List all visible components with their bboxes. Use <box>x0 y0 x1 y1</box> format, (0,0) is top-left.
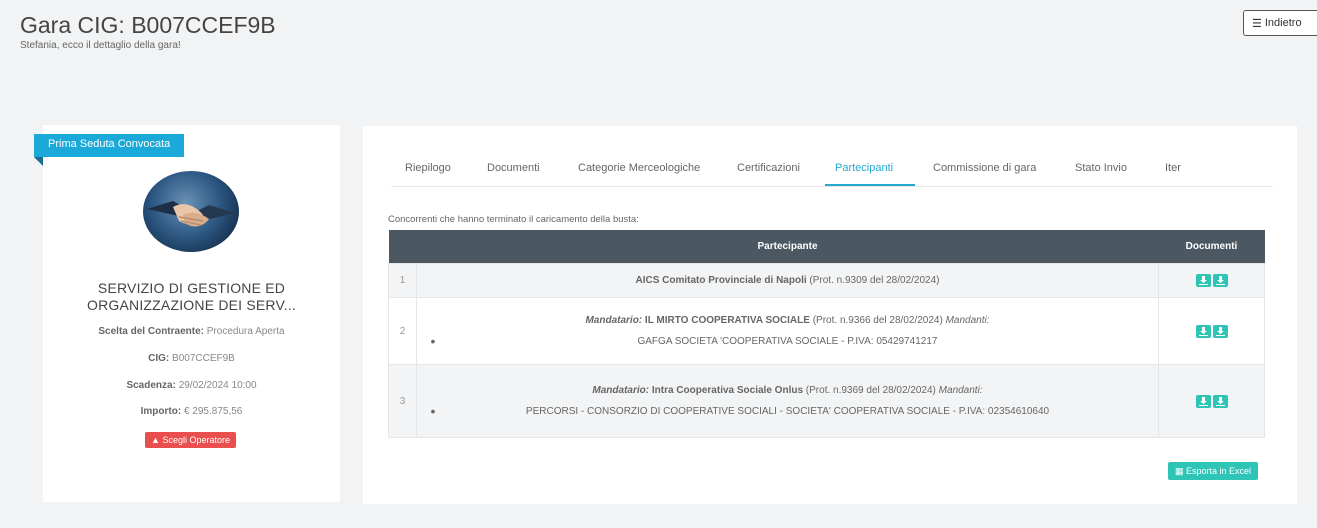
choose-operator-label: Scegli Operatore <box>162 435 230 445</box>
export-excel-label: Esporta in Excel <box>1186 466 1252 476</box>
column-participant-header: Partecipante <box>416 230 1159 264</box>
deadline-row: Scadenza: 29/02/2024 10:00 <box>43 380 340 391</box>
tender-title: SERVIZIO DI GESTIONE ED ORGANIZZAZIONE D… <box>43 280 340 314</box>
contractor-choice-value: Procedura Aperta <box>206 326 285 337</box>
page-subtitle: Stefania, ecco il dettaglio della gara! <box>20 40 181 51</box>
download-icon <box>1198 276 1208 285</box>
mandatario-label: Mandatario: <box>585 315 643 326</box>
protocol-number: (Prot. n.9369 del 28/02/2024) <box>805 385 936 396</box>
page-title: Gara CIG: B007CCEF9B <box>20 12 276 38</box>
mandanti-label: Mandanti: <box>938 385 983 396</box>
tab-documenti[interactable]: Documenti <box>487 162 540 174</box>
participant-name: AICS Comitato Provinciale di Napoli <box>635 275 807 286</box>
bullet: • <box>430 403 436 419</box>
handshake-image <box>143 171 239 252</box>
export-excel-button[interactable]: ▦ Esporta in Excel <box>1168 462 1258 480</box>
column-number-header <box>388 230 417 264</box>
row-number: 2 <box>388 297 417 365</box>
participants-table: Partecipante Documenti 1 AICS Comitato P… <box>388 230 1265 438</box>
download-icon <box>1215 326 1225 336</box>
table-row: 2 Mandatario: IL MIRTO COOPERATIVA SOCIA… <box>388 297 1265 365</box>
mandanti-list: • GAFGA SOCIETA 'COOPERATIVA SOCIALE - P… <box>418 333 1157 349</box>
documents-cell <box>1158 364 1265 438</box>
contractor-choice-label: Scelta del Contraente: <box>98 326 204 337</box>
mandatario-line: Mandatario: IL MIRTO COOPERATIVA SOCIALE… <box>418 313 1157 329</box>
back-button[interactable]: ☰ Indietro <box>1243 10 1317 36</box>
mandanti-label: Mandanti: <box>945 315 990 326</box>
documents-cell <box>1158 263 1265 298</box>
participant-name: Intra Cooperativa Sociale Onlus <box>651 385 804 396</box>
tab-categorie-merceologiche[interactable]: Categorie Merceologiche <box>578 162 700 174</box>
cig-label: CIG: <box>148 353 170 364</box>
row-number: 3 <box>388 364 417 438</box>
download-icon <box>1198 396 1208 406</box>
participant-cell: AICS Comitato Provinciale di Napoli (Pro… <box>416 263 1159 298</box>
amount-label: Importo: <box>140 406 182 417</box>
download-icon <box>1215 396 1225 406</box>
download-button[interactable] <box>1195 324 1211 338</box>
status-badge: Prima Seduta Convocata <box>34 134 185 157</box>
download-icon <box>1215 276 1225 285</box>
documents-cell <box>1158 297 1265 365</box>
bullet: • <box>430 333 436 349</box>
deadline-value: 29/02/2024 10:00 <box>178 380 257 391</box>
download-button[interactable] <box>1212 324 1228 338</box>
download-button[interactable] <box>1195 394 1211 408</box>
participants-caption: Concorrenti che hanno terminato il caric… <box>388 214 639 225</box>
amount-row: Importo: € 295.875,56 <box>43 406 340 417</box>
mandante-entry: GAFGA SOCIETA 'COOPERATIVA SOCIALE - P.I… <box>637 335 938 347</box>
choose-operator-button[interactable]: ▲ Scegli Operatore <box>145 432 236 448</box>
protocol-number: (Prot. n.9366 del 28/02/2024) <box>812 315 943 326</box>
participant-cell: Mandatario: Intra Cooperativa Sociale On… <box>416 364 1159 438</box>
active-tab-indicator <box>825 184 915 186</box>
row-number: 1 <box>388 263 417 298</box>
table-icon: ▦ <box>1174 466 1184 476</box>
warning-icon: ▲ <box>151 435 160 445</box>
back-button-label: Indietro <box>1264 17 1302 29</box>
column-documents-header: Documenti <box>1158 230 1265 264</box>
cig-row: CIG: B007CCEF9B <box>43 353 340 364</box>
download-icon <box>1198 326 1208 336</box>
list-icon: ☰ <box>1252 17 1262 30</box>
cig-value: B007CCEF9B <box>172 353 235 364</box>
mandatario-line: Mandatario: Intra Cooperativa Sociale On… <box>418 383 1157 399</box>
tab-commissione-di-gara[interactable]: Commissione di gara <box>933 162 1036 174</box>
mandatario-label: Mandatario: <box>592 385 650 396</box>
tab-stato-invio[interactable]: Stato Invio <box>1075 162 1127 174</box>
download-button[interactable] <box>1212 274 1228 287</box>
mandanti-list: • PERCORSI - CONSORZIO DI COOPERATIVE SO… <box>418 403 1157 419</box>
table-header-row: Partecipante Documenti <box>388 230 1265 264</box>
participant-name: IL MIRTO COOPERATIVA SOCIALE <box>644 315 810 326</box>
table-row: 3 Mandatario: Intra Cooperativa Sociale … <box>388 364 1265 438</box>
tab-bar: Riepilogo Documenti Categorie Merceologi… <box>391 160 1273 187</box>
amount-value: € 295.875,56 <box>183 406 243 417</box>
tab-iter[interactable]: Iter <box>1165 162 1181 174</box>
mandante-entry: PERCORSI - CONSORZIO DI COOPERATIVE SOCI… <box>525 405 1050 417</box>
protocol-number: (Prot. n.9309 del 28/02/2024) <box>809 275 940 286</box>
tender-title-line-2: ORGANIZZAZIONE DEI SERV... <box>86 297 297 313</box>
tab-certificazioni[interactable]: Certificazioni <box>737 162 800 174</box>
tab-riepilogo[interactable]: Riepilogo <box>405 162 451 174</box>
tab-partecipanti[interactable]: Partecipanti <box>835 162 893 174</box>
participant-cell: Mandatario: IL MIRTO COOPERATIVA SOCIALE… <box>416 297 1159 365</box>
deadline-label: Scadenza: <box>126 380 176 391</box>
download-button[interactable] <box>1195 274 1211 287</box>
table-row: 1 AICS Comitato Provinciale di Napoli (P… <box>388 263 1265 298</box>
ribbon-fold <box>34 157 43 166</box>
tender-title-line-1: SERVIZIO DI GESTIONE ED <box>97 280 286 296</box>
download-button[interactable] <box>1212 394 1228 408</box>
contractor-choice-row: Scelta del Contraente: Procedura Aperta <box>43 326 340 337</box>
